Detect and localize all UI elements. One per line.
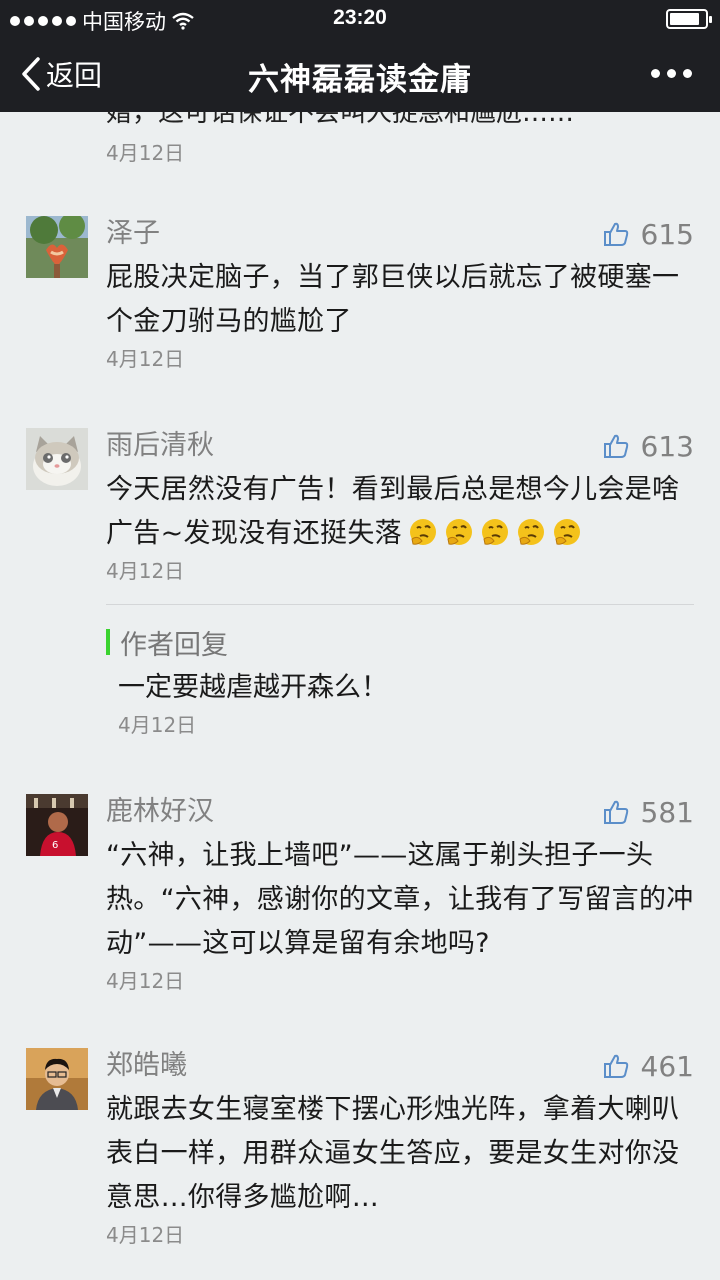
like-button[interactable]: 581: [603, 794, 694, 830]
author-reply: 作者回复 一定要越虐越开森么！ 4月12日: [106, 624, 696, 738]
comment-text-content: 今天居然没有广告！看到最后总是想今儿会是啥广告~发现没有还挺失落: [106, 474, 680, 549]
comment-date: 4月12日: [106, 347, 185, 371]
like-count: 613: [640, 429, 694, 463]
status-time: 23:20: [333, 6, 387, 29]
like-count: 615: [640, 217, 694, 251]
more-dot-icon: [651, 69, 660, 78]
chevron-left-icon: [22, 57, 40, 91]
comment-date: 4月12日: [106, 969, 185, 993]
back-button[interactable]: 返回: [20, 54, 102, 94]
partial-comment: 婚，这可话保证不会叫人捉急和尴尬…… 4月12日: [106, 112, 696, 166]
thinking-face-emoji-icon: [445, 519, 472, 545]
author-reply-label: 作者回复: [106, 624, 696, 661]
comment-text: 屁股决定脑子，当了郭巨侠以后就忘了被硬塞一个金刀驸马的尴尬了: [106, 262, 680, 337]
reply-text: 一定要越虐越开森么！: [118, 672, 388, 703]
thinking-face-emoji-icon: [481, 519, 508, 545]
thumbs-up-icon: [603, 222, 628, 246]
battery-level: [670, 13, 700, 25]
comment-text: “六神，让我上墙吧”——这属于剃头担子一头热。“六神，感谢你的文章，让我有了写留…: [106, 840, 694, 959]
comment-text: 婚，这可话保证不会叫人捉急和尴尬……: [106, 112, 575, 128]
thumbs-up-icon: [603, 434, 628, 458]
thinking-face-emoji-icon: [409, 519, 436, 545]
svg-text:6: 6: [52, 840, 58, 851]
like-button[interactable]: 615: [603, 216, 694, 252]
avatar[interactable]: [26, 428, 88, 490]
more-dot-icon: [683, 69, 692, 78]
more-dot-icon: [667, 69, 676, 78]
thinking-face-emoji-icon: [517, 519, 544, 545]
navigation-bar: 返回 六神磊磊读金庸: [0, 36, 720, 112]
like-button[interactable]: 461: [603, 1048, 694, 1084]
comment-date: 4月12日: [106, 141, 185, 165]
like-count: 461: [640, 1049, 694, 1083]
more-button[interactable]: [651, 69, 692, 78]
thinking-face-emoji-icon: [553, 519, 580, 545]
reply-divider: [106, 604, 694, 605]
avatar[interactable]: 6: [26, 794, 88, 856]
battery-icon: [666, 9, 712, 29]
comment-text: 就跟去女生寝室楼下摆心形烛光阵，拿着大喇叭表白一样，用群众逼女生答应，要是女生对…: [106, 1094, 680, 1213]
comment-list[interactable]: 婚，这可话保证不会叫人捉急和尴尬…… 4月12日 泽子 屁股决定脑子，当了郭巨侠…: [0, 112, 720, 1280]
like-count: 581: [640, 795, 694, 829]
status-bar: 中国移动 23:20: [0, 0, 720, 36]
like-button[interactable]: 613: [603, 428, 694, 464]
avatar[interactable]: [26, 216, 88, 278]
comment-date: 4月12日: [106, 559, 185, 583]
reply-accent-bar: [106, 629, 110, 655]
thumbs-up-icon: [603, 1054, 628, 1078]
page-title: 六神磊磊读金庸: [248, 62, 472, 98]
reply-date: 4月12日: [118, 713, 197, 737]
comment-date: 4月12日: [106, 1223, 185, 1247]
avatar[interactable]: [26, 1048, 88, 1110]
thumbs-up-icon: [603, 800, 628, 824]
comment-text: 今天居然没有广告！看到最后总是想今儿会是啥广告~发现没有还挺失落: [106, 468, 696, 556]
reply-label-text: 作者回复: [120, 629, 228, 661]
back-label: 返回: [46, 59, 103, 92]
